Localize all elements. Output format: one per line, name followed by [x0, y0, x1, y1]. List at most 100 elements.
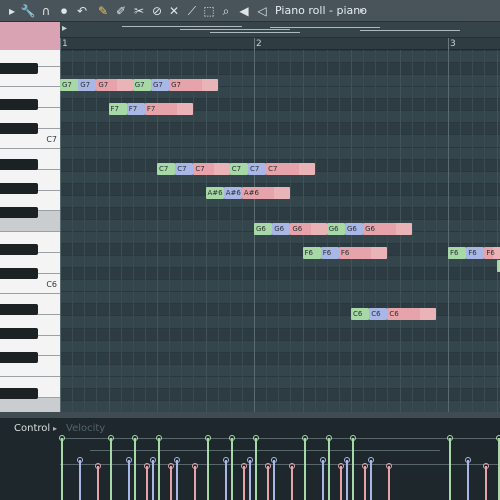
- velocity-bar[interactable]: [61, 438, 63, 500]
- magnet-icon[interactable]: ∩: [38, 2, 54, 20]
- note[interactable]: G6: [290, 223, 327, 236]
- speaker-icon[interactable]: ◁: [254, 2, 270, 20]
- velocity-handle[interactable]: [350, 435, 356, 441]
- note[interactable]: G7: [169, 78, 218, 91]
- velocity-handle[interactable]: [253, 435, 259, 441]
- velocity-bar[interactable]: [194, 466, 196, 500]
- velocity-handle[interactable]: [265, 463, 271, 469]
- paint-brush-icon[interactable]: ✐: [113, 2, 129, 20]
- velocity-handle[interactable]: [344, 457, 350, 463]
- velocity-handle[interactable]: [320, 457, 326, 463]
- control-label[interactable]: Control: [14, 423, 50, 434]
- velocity-handle[interactable]: [465, 457, 471, 463]
- velocity-bar[interactable]: [467, 460, 469, 500]
- overview-play-icon[interactable]: ▸: [62, 23, 67, 34]
- window-title[interactable]: Piano roll - piano: [275, 3, 367, 19]
- timeline-ruler[interactable]: 1 2 3: [60, 38, 500, 50]
- note[interactable]: C7: [229, 162, 248, 175]
- select-icon[interactable]: ⬚: [201, 2, 217, 20]
- velocity-bar[interactable]: [97, 466, 99, 500]
- velocity-bar[interactable]: [291, 466, 293, 500]
- note[interactable]: F6: [320, 247, 339, 260]
- playback-speaker-icon[interactable]: ◀: [236, 2, 252, 20]
- velocity-bar[interactable]: [304, 438, 306, 500]
- velocity-bar[interactable]: [152, 460, 154, 500]
- velocity-bar[interactable]: [170, 466, 172, 500]
- note[interactable]: G6: [272, 223, 291, 236]
- velocity-handle[interactable]: [247, 457, 253, 463]
- velocity-bar[interactable]: [352, 438, 354, 500]
- note[interactable]: G7: [132, 78, 151, 91]
- velocity-bar[interactable]: [225, 460, 227, 500]
- black-key[interactable]: [0, 328, 38, 340]
- velocity-bar[interactable]: [485, 466, 487, 500]
- delete-icon[interactable]: ⊘: [149, 2, 165, 20]
- velocity-handle[interactable]: [326, 435, 332, 441]
- note[interactable]: G6: [363, 223, 412, 236]
- velocity-handle[interactable]: [362, 463, 368, 469]
- note[interactable]: F6: [302, 247, 321, 260]
- velocity-handle[interactable]: [447, 435, 453, 441]
- black-key[interactable]: [0, 267, 38, 279]
- note[interactable]: A#6: [223, 187, 242, 200]
- velocity-bar[interactable]: [267, 466, 269, 500]
- note[interactable]: C7: [247, 162, 267, 175]
- note[interactable]: A#6: [205, 187, 224, 200]
- white-key[interactable]: [0, 397, 60, 412]
- velocity-handle[interactable]: [192, 463, 198, 469]
- control-arrow-icon[interactable]: ▸: [53, 424, 57, 433]
- pencil-icon[interactable]: ✎: [95, 2, 111, 20]
- velocity-handle[interactable]: [496, 435, 500, 441]
- velocity-bar[interactable]: [207, 438, 209, 500]
- velocity-bar[interactable]: [146, 466, 148, 500]
- velocity-bar[interactable]: [328, 438, 330, 500]
- velocity-bar[interactable]: [249, 460, 251, 500]
- velocity-handle[interactable]: [289, 463, 295, 469]
- black-key[interactable]: [0, 352, 38, 364]
- black-key[interactable]: [0, 243, 38, 255]
- undo-icon[interactable]: ↶: [74, 2, 90, 20]
- note[interactable]: F6: [466, 247, 485, 260]
- velocity-handle[interactable]: [108, 435, 114, 441]
- black-key[interactable]: [0, 98, 38, 110]
- velocity-bar[interactable]: [110, 438, 112, 500]
- velocity-handle[interactable]: [338, 463, 344, 469]
- velocity-handle[interactable]: [205, 435, 211, 441]
- note[interactable]: F7: [144, 102, 194, 115]
- note[interactable]: C6: [351, 307, 370, 320]
- velocity-handle[interactable]: [368, 457, 374, 463]
- velocity-handle[interactable]: [59, 435, 65, 441]
- velocity-handle[interactable]: [223, 457, 229, 463]
- velocity-bar[interactable]: [322, 460, 324, 500]
- note[interactable]: G7: [78, 78, 97, 91]
- velocity-handle[interactable]: [386, 463, 392, 469]
- velocity-bar[interactable]: [388, 466, 390, 500]
- note[interactable]: C7: [266, 162, 315, 175]
- zoom-icon[interactable]: ⌕: [218, 2, 234, 20]
- velocity-handle[interactable]: [77, 457, 83, 463]
- velocity-handle[interactable]: [126, 457, 132, 463]
- velocity-handle[interactable]: [271, 457, 277, 463]
- black-key[interactable]: [0, 388, 38, 400]
- note[interactable]: F7: [126, 102, 145, 115]
- black-key[interactable]: [0, 62, 38, 74]
- velocity-bar[interactable]: [255, 438, 257, 500]
- black-key[interactable]: [0, 159, 38, 171]
- overview-strip[interactable]: ▸: [60, 22, 500, 38]
- velocity-handle[interactable]: [95, 463, 101, 469]
- velocity-bar[interactable]: [158, 438, 160, 500]
- note[interactable]: G6: [254, 223, 273, 236]
- velocity-bar[interactable]: [176, 460, 178, 500]
- velocity-bar[interactable]: [273, 460, 275, 500]
- note[interactable]: C7: [175, 162, 194, 175]
- velocity-bar[interactable]: [449, 438, 451, 500]
- note[interactable]: F6: [484, 247, 500, 260]
- note[interactable]: [496, 259, 500, 272]
- eraser-tool-icon[interactable]: ✂: [131, 2, 147, 20]
- velocity-handle[interactable]: [241, 463, 247, 469]
- velocity-handle[interactable]: [150, 457, 156, 463]
- slice-icon[interactable]: ⟋: [184, 2, 200, 20]
- note[interactable]: F7: [108, 102, 127, 115]
- title-menu-arrow-icon[interactable]: ▸: [360, 3, 365, 19]
- note[interactable]: F6: [338, 247, 388, 260]
